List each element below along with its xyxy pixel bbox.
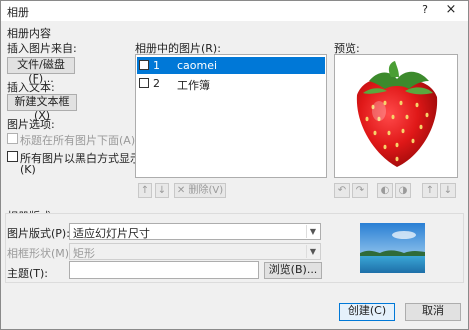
arrow-up-icon: ↑: [140, 185, 150, 196]
delete-button-label: 删除(V): [188, 185, 224, 196]
item-number: 1: [153, 59, 160, 72]
picture-layout-label: 图片版式(P):: [7, 227, 70, 240]
picture-options-label: 图片选项:: [7, 118, 55, 131]
close-icon[interactable]: ×: [443, 2, 459, 17]
caption-below-checkbox[interactable]: [7, 133, 18, 144]
picture-layout-select[interactable]: 适应幻灯片尺寸 ▼: [69, 223, 321, 240]
album-content-group-label: 相册内容: [7, 27, 51, 40]
frame-shape-value: 矩形: [73, 247, 95, 260]
create-button[interactable]: 创建(C): [339, 303, 395, 321]
black-white-checkbox[interactable]: [7, 151, 18, 162]
theme-input[interactable]: [69, 261, 259, 279]
chevron-down-icon: ▼: [306, 245, 319, 258]
new-textbox-button[interactable]: 新建文本框(X): [7, 94, 77, 122]
landscape-image: [360, 223, 425, 273]
black-white-shortcut: (K): [20, 163, 36, 176]
move-up-button[interactable]: ↑: [138, 183, 152, 198]
cancel-button-label: 取消: [422, 304, 444, 317]
brightness-increase-icon[interactable]: ↑: [422, 183, 438, 198]
strawberry-image: [356, 61, 438, 167]
black-white-label: 所有图片以黑白方式显示: [20, 152, 141, 165]
frame-shape-label: 相框形状(M):: [7, 247, 73, 260]
cancel-button[interactable]: 取消: [405, 303, 461, 321]
title-bar: 相册 ? ×: [1, 1, 468, 21]
layout-thumbnail: [360, 223, 425, 273]
browse-button-label: 浏览(B)...: [268, 263, 318, 276]
picture-layout-value: 适应幻灯片尺寸: [73, 227, 150, 240]
pictures-listbox[interactable]: 1 caomei 2 工作簿: [135, 54, 327, 178]
move-down-button[interactable]: ↓: [155, 183, 169, 198]
rotate-left-icon[interactable]: ↶: [334, 183, 350, 198]
delete-button[interactable]: ✕ 删除(V): [174, 183, 226, 198]
album-dialog: 相册 ? × 相册内容 插入图片来自: 文件/磁盘(F)... 插入文本: 新建…: [0, 0, 469, 330]
item-checkbox[interactable]: [139, 78, 149, 88]
insert-from-label: 插入图片来自:: [7, 42, 77, 55]
window-title: 相册: [7, 6, 29, 19]
chevron-down-icon: ▼: [306, 225, 319, 238]
list-item[interactable]: 2 工作簿: [137, 75, 325, 92]
contrast-decrease-icon[interactable]: ◑: [395, 183, 411, 198]
insert-text-label: 插入文本:: [7, 81, 55, 94]
theme-label: 主题(T):: [7, 267, 49, 280]
file-disk-button[interactable]: 文件/磁盘(F)...: [7, 57, 75, 85]
preview-pane: [334, 54, 458, 178]
caption-below-label: 标题在所有图片下面(A): [20, 134, 136, 147]
help-icon[interactable]: ?: [417, 3, 433, 16]
item-name: 工作簿: [177, 79, 210, 92]
frame-shape-select[interactable]: 矩形 ▼: [69, 243, 321, 260]
rotate-right-icon[interactable]: ↷: [352, 183, 368, 198]
contrast-increase-icon[interactable]: ◐: [377, 183, 393, 198]
item-checkbox[interactable]: [139, 60, 149, 70]
create-button-label: 创建(C): [347, 304, 387, 317]
item-name: caomei: [177, 59, 218, 72]
delete-icon: ✕: [176, 185, 186, 196]
arrow-down-icon: ↓: [157, 185, 167, 196]
browse-button[interactable]: 浏览(B)...: [264, 262, 322, 279]
brightness-decrease-icon[interactable]: ↓: [440, 183, 456, 198]
list-item[interactable]: 1 caomei: [137, 57, 325, 74]
item-number: 2: [153, 77, 160, 90]
